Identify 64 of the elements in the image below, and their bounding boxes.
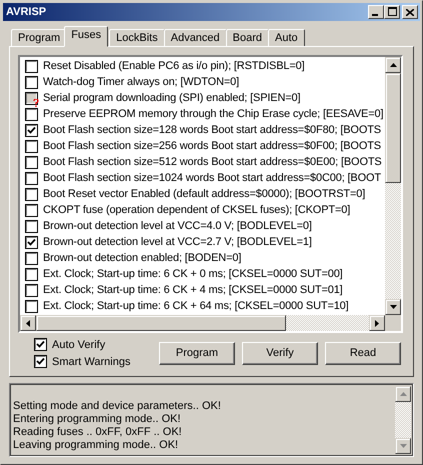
fuse-label: CKOPT fuse (operation dependent of CKSEL fuses); [CKOPT=0] <box>43 204 350 216</box>
tab[interactable]: Fuses <box>64 26 108 47</box>
log-line: Entering programming mode.. OK! <box>13 413 182 426</box>
fuse-label: Reset Disabled (Enable PC6 as i/o pin); [RSTDISBL=0] <box>43 60 305 72</box>
fuse-label: Boot Flash section size=1024 words Boot start address=$0C00; [BOOT <box>43 172 382 184</box>
action-button[interactable]: Read <box>325 342 401 364</box>
checkbox[interactable] <box>34 355 47 368</box>
maximize-icon <box>388 7 396 16</box>
fuse-label: Ext. Clock; Start-up time: 6 CK + 64 ms; [CKSEL=0000 SUT=10] <box>43 300 349 312</box>
fuse-label: Boot Flash section size=512 words Boot start address=$0E00; [BOOTS <box>43 156 382 168</box>
checkbox[interactable] <box>25 140 38 152</box>
option-label: Auto Verify <box>52 338 106 350</box>
close-icon <box>406 8 414 16</box>
fuse-label: Serial program downloading (SPI) enabled; [SPIEN=0] <box>43 92 300 104</box>
fuse-label: Ext. Clock; Start-up time: 6 CK + 0 ms; [CKSEL=0000 SUT=00] <box>43 268 343 280</box>
fuse-label: Brown-out detection level at VCC=4.0 V; [BODLEVEL=0] <box>43 220 312 232</box>
checkbox[interactable] <box>25 220 38 232</box>
tab[interactable]: Auto <box>268 29 305 47</box>
scrollbar-corner <box>385 315 401 331</box>
fuse-label: Ext. Clock; Start-up time: 6 CK + 4 ms; [CKSEL=0000 SUT=01] <box>43 284 343 296</box>
fuse-label: Boot Flash section size=128 words Boot start address=$0F80; [BOOTS <box>43 124 381 136</box>
checkbox[interactable] <box>25 172 38 184</box>
log-line: Setting mode and device parameters.. OK! <box>13 400 222 413</box>
minimize-button[interactable] <box>368 5 384 19</box>
checkbox[interactable] <box>25 236 38 248</box>
maximize-button[interactable] <box>384 5 400 19</box>
log-line: Leaving programming mode.. OK! <box>13 439 180 452</box>
log-scrollbar[interactable] <box>395 386 411 454</box>
action-button[interactable]: Verify <box>242 342 318 364</box>
log-line: Reading fuses .. 0xFF, 0xFF .. OK! <box>13 426 183 439</box>
checkbox[interactable] <box>25 156 38 168</box>
fuse-label: Watch-dog Timer always on; [WDTON=0] <box>43 76 240 88</box>
fuse-label: Boot Reset vector Enabled (default address=$0000); [BOOTRST=0] <box>43 188 366 200</box>
action-button[interactable]: Program <box>159 342 235 364</box>
checkbox[interactable] <box>25 300 38 312</box>
checkbox[interactable] <box>25 284 38 296</box>
tab[interactable]: Advanced <box>164 29 227 47</box>
horizontal-scrollbar[interactable] <box>20 315 401 331</box>
checkbox[interactable] <box>25 124 38 136</box>
question-mark-icon <box>33 98 39 106</box>
close-button[interactable] <box>402 5 418 19</box>
checkbox[interactable] <box>25 76 38 88</box>
checkbox[interactable] <box>34 338 47 351</box>
checkbox[interactable] <box>25 252 38 264</box>
fuse-label: Brown-out detection level at VCC=2.7 V; [BODLEVEL=1] <box>43 236 312 248</box>
down-arrow-icon <box>400 444 406 448</box>
fuse-label: Preserve EEPROM memory through the Chip Erase cycle; [EESAVE=0] <box>43 108 384 120</box>
checkbox[interactable] <box>25 188 38 200</box>
fuse-label: Boot Flash section size=256 words Boot start address=$0F00; [BOOTS <box>43 140 381 152</box>
vertical-scrollbar[interactable] <box>385 57 401 315</box>
checkbox[interactable] <box>25 60 38 72</box>
tab[interactable]: Board <box>226 29 270 47</box>
option-label: Smart Warnings <box>52 356 130 368</box>
up-arrow-icon <box>390 63 396 67</box>
fuse-label: Brown-out detection enabled; [BODEN=0] <box>43 252 242 264</box>
left-arrow-icon <box>26 320 30 326</box>
right-arrow-icon <box>375 320 379 326</box>
checkbox[interactable] <box>25 108 38 120</box>
checkbox[interactable] <box>25 204 38 216</box>
window-title: AVRISP <box>6 6 46 18</box>
checkbox[interactable] <box>25 268 38 280</box>
up-arrow-icon <box>400 392 406 396</box>
down-arrow-icon <box>390 305 396 309</box>
tab[interactable]: LockBits <box>109 29 165 47</box>
